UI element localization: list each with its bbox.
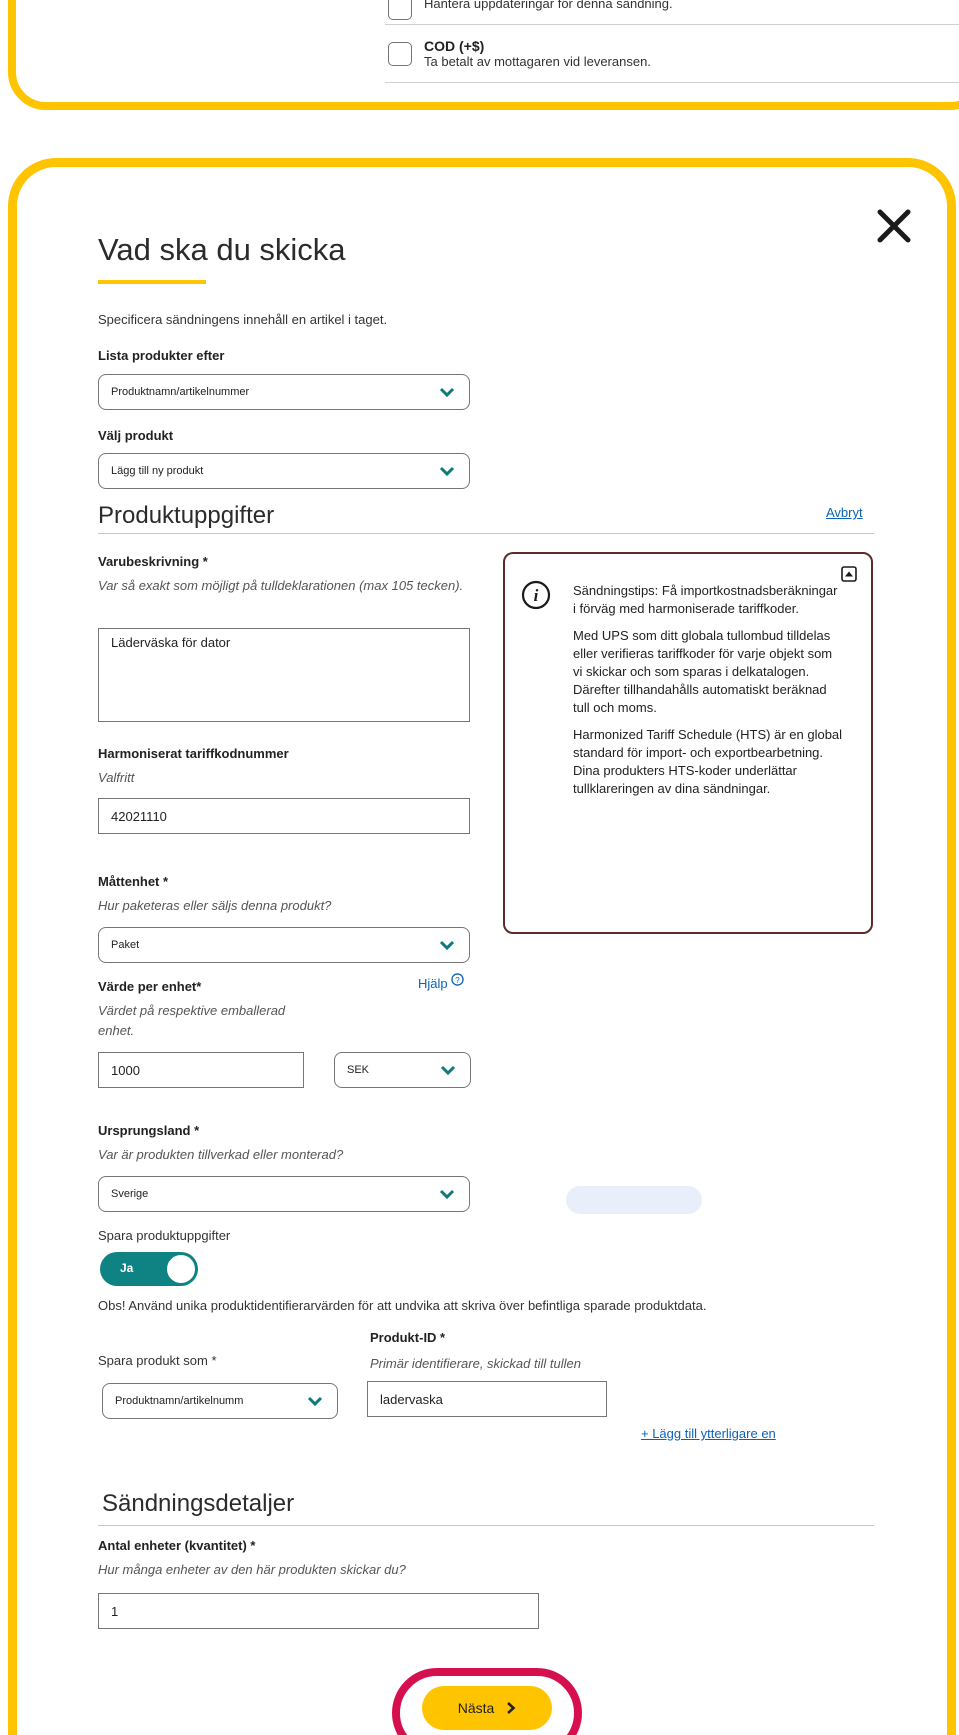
- shipping-tips-box: i Sändningstips: Få importkostnadsberäkn…: [503, 552, 873, 934]
- save-label: Spara produktuppgifter: [98, 1228, 231, 1243]
- tracking-option-desc: Hantera uppdateringar för denna sändning…: [424, 0, 673, 11]
- divider: [385, 82, 959, 83]
- description-hint: Var så exakt som möjligt på tulldeklarat…: [98, 578, 464, 593]
- quantity-label: Antal enheter (kvantitet) *: [98, 1538, 256, 1553]
- chevron-down-icon: [439, 466, 455, 477]
- list-by-select[interactable]: Produktnamn/artikelnummer: [98, 374, 470, 410]
- cod-option[interactable]: COD (+$) Ta betalt av mottagaren vid lev…: [388, 38, 959, 70]
- list-by-value: Produktnamn/artikelnummer: [111, 386, 250, 398]
- origin-label: Ursprungsland *: [98, 1123, 200, 1138]
- section-rule: [98, 533, 874, 534]
- unit-value: Paket: [111, 939, 140, 951]
- section-rule: [98, 1525, 874, 1526]
- origin-hint: Var är produkten tillverkad eller monter…: [98, 1147, 344, 1162]
- chevron-down-icon: [439, 940, 455, 951]
- product-details-heading: Produktuppgifter: [98, 502, 275, 529]
- chevron-down-icon: [307, 1396, 323, 1407]
- note-text: Obs! Använd unika produktidentifierarvär…: [98, 1298, 707, 1313]
- tariff-input[interactable]: 42021110: [98, 798, 470, 834]
- collapse-icon[interactable]: [841, 566, 857, 582]
- loading-placeholder: [566, 1186, 702, 1214]
- save-as-label: Spara produkt som *: [98, 1353, 217, 1368]
- cancel-link[interactable]: Avbryt: [826, 505, 863, 520]
- tariff-hint: Valfritt: [98, 770, 135, 785]
- tips-paragraph-2: Harmonized Tariff Schedule (HTS) är en g…: [573, 727, 843, 796]
- quantity-input[interactable]: 1: [98, 1593, 539, 1629]
- unit-select[interactable]: Paket: [98, 927, 470, 963]
- value-label: Värde per enhet*: [98, 979, 202, 994]
- svg-text:i: i: [534, 586, 539, 605]
- add-more-link[interactable]: + Lägg till ytterligare en: [641, 1426, 776, 1441]
- help-icon: ?: [450, 973, 464, 986]
- cod-option-desc: Ta betalt av mottagaren vid leveransen.: [424, 54, 651, 69]
- description-label: Varubeskrivning *: [98, 554, 208, 569]
- product-id-hint: Primär identifierare, skickad till tulle…: [370, 1356, 581, 1371]
- value-input[interactable]: 1000: [98, 1052, 304, 1088]
- close-icon[interactable]: [874, 206, 916, 248]
- toggle-knob: [165, 1253, 197, 1285]
- save-as-select[interactable]: Produktnamn/artikelnumm: [102, 1383, 338, 1419]
- modal-title: Vad ska du skicka: [98, 232, 346, 267]
- next-button-label: Nästa: [457, 1700, 495, 1716]
- info-icon: i: [521, 580, 551, 610]
- title-underline: [98, 280, 206, 284]
- shipment-details-heading: Sändningsdetaljer: [102, 1490, 295, 1517]
- cod-checkbox[interactable]: [388, 42, 412, 66]
- chevron-right-icon: [507, 1702, 516, 1714]
- divider: [385, 24, 959, 25]
- intro-text: Specificera sändningens innehåll en arti…: [98, 312, 388, 327]
- svg-text:?: ?: [455, 975, 460, 985]
- choose-product-value: Lägg till ny produkt: [111, 465, 204, 477]
- unit-hint: Hur paketeras eller säljs denna produkt?: [98, 898, 332, 913]
- tips-title: Sändningstips: Få importkostnadsberäknin…: [573, 583, 838, 616]
- product-id-label: Produkt-ID *: [370, 1330, 446, 1345]
- tracking-option[interactable]: Hantera uppdateringar för denna sändning…: [388, 0, 959, 20]
- chevron-down-icon: [439, 1189, 455, 1200]
- chevron-down-icon: [440, 1065, 456, 1076]
- list-by-label: Lista produkter efter: [98, 348, 225, 363]
- currency-select[interactable]: SEK: [334, 1052, 471, 1088]
- product-id-input[interactable]: ladervaska: [367, 1381, 607, 1417]
- cod-option-title: COD (+$): [424, 38, 485, 54]
- choose-product-label: Välj produkt: [98, 428, 174, 443]
- currency-value: SEK: [347, 1064, 370, 1076]
- description-textarea[interactable]: Läderväska för dator: [98, 628, 470, 722]
- toggle-on-label: Ja: [120, 1261, 134, 1275]
- chevron-down-icon: [439, 387, 455, 398]
- origin-value: Sverige: [111, 1188, 149, 1200]
- save-as-value: Produktnamn/artikelnumm: [115, 1395, 244, 1407]
- next-button[interactable]: Nästa: [422, 1686, 552, 1730]
- help-label: Hjälp: [418, 976, 448, 991]
- choose-product-select[interactable]: Lägg till ny produkt: [98, 453, 470, 489]
- save-toggle[interactable]: Ja: [100, 1252, 198, 1286]
- tariff-label: Harmoniserat tariffkodnummer: [98, 746, 289, 761]
- value-hint: Värdet på respektive emballerad enhet.: [98, 1003, 286, 1038]
- quantity-hint: Hur många enheter av den här produkten s…: [98, 1562, 406, 1577]
- tracking-checkbox[interactable]: [388, 0, 412, 20]
- unit-label: Måttenhet *: [98, 874, 169, 889]
- help-link[interactable]: Hjälp ?: [418, 973, 464, 991]
- tips-paragraph-1: Med UPS som ditt globala tullombud tilld…: [573, 628, 833, 715]
- origin-select[interactable]: Sverige: [98, 1176, 470, 1212]
